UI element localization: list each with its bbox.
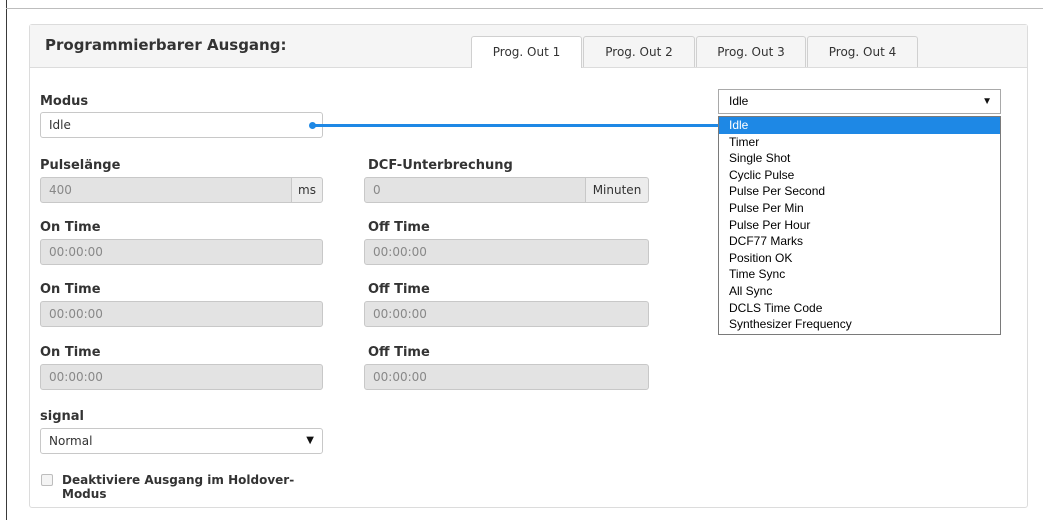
on-time-label-2: On Time <box>40 282 101 297</box>
chevron-down-icon: ▼ <box>982 96 992 107</box>
on-time-input-1[interactable]: 00:00:00 <box>40 239 323 265</box>
tab-prog-out-1[interactable]: Prog. Out 1 <box>471 36 582 68</box>
signal-select-value: Normal <box>49 434 93 448</box>
on-time-value-3: 00:00:00 <box>49 370 103 384</box>
chevron-down-icon: ▼ <box>306 435 314 446</box>
dropdown-option-synthesizer-frequency[interactable]: Synthesizer Frequency <box>719 316 1000 333</box>
holdover-checkbox[interactable] <box>41 474 53 486</box>
modus-select-value: Idle <box>49 118 71 132</box>
modus-label: Modus <box>40 94 89 109</box>
dropdown-option-cyclic-pulse[interactable]: Cyclic Pulse <box>719 167 1000 184</box>
dropdown-option-time-sync[interactable]: Time Sync <box>719 266 1000 283</box>
signal-label: signal <box>40 409 84 424</box>
dropdown-option-pulse-per-min[interactable]: Pulse Per Min <box>719 200 1000 217</box>
dropdown-option-pulse-per-hour[interactable]: Pulse Per Hour <box>719 217 1000 234</box>
tab-prog-out-3[interactable]: Prog. Out 3 <box>696 36 806 67</box>
off-time-label-1: Off Time <box>368 220 430 235</box>
off-time-value-1: 00:00:00 <box>373 245 427 259</box>
off-time-value-3: 00:00:00 <box>373 370 427 384</box>
pulse-length-input[interactable]: 400 <box>40 177 292 203</box>
dcf-interrupt-input[interactable]: 0 <box>364 177 586 203</box>
off-time-label-3: Off Time <box>368 345 430 360</box>
dropdown-option-timer[interactable]: Timer <box>719 134 1000 151</box>
holdover-label: Deaktiviere Ausgang im Holdover-Modus <box>62 473 295 501</box>
on-time-label-3: On Time <box>40 345 101 360</box>
pulse-length-unit: ms <box>291 177 323 203</box>
panel-header: Programmierbarer Ausgang: Prog. Out 1 Pr… <box>30 25 1027 68</box>
mode-dropdown-select[interactable]: Idle ▼ <box>718 89 1001 114</box>
dropdown-option-all-sync[interactable]: All Sync <box>719 283 1000 300</box>
dropdown-option-dcls-time-code[interactable]: DCLS Time Code <box>719 300 1000 317</box>
modus-select[interactable]: Idle <box>40 112 323 138</box>
signal-select[interactable]: Normal ▼ <box>40 428 323 454</box>
off-time-value-2: 00:00:00 <box>373 307 427 321</box>
dcf-interrupt-value: 0 <box>373 183 381 197</box>
window-edge <box>6 0 7 520</box>
mode-dropdown-value: Idle <box>729 94 749 108</box>
window-top-border <box>6 8 1043 9</box>
connector-line <box>313 124 719 127</box>
on-time-label-1: On Time <box>40 220 101 235</box>
off-time-input-2[interactable]: 00:00:00 <box>364 301 649 327</box>
off-time-input-3[interactable]: 00:00:00 <box>364 364 649 390</box>
off-time-label-2: Off Time <box>368 282 430 297</box>
pulse-length-value: 400 <box>49 183 72 197</box>
off-time-input-1[interactable]: 00:00:00 <box>364 239 649 265</box>
dcf-interrupt-unit: Minuten <box>585 177 649 203</box>
on-time-value-1: 00:00:00 <box>49 245 103 259</box>
mode-dropdown-list: Idle Timer Single Shot Cyclic Pulse Puls… <box>718 116 1001 335</box>
on-time-input-3[interactable]: 00:00:00 <box>40 364 323 390</box>
dcf-interrupt-label: DCF-Unterbrechung <box>368 158 513 173</box>
panel-title: Programmierbarer Ausgang: <box>45 36 287 54</box>
tab-prog-out-2[interactable]: Prog. Out 2 <box>583 36 695 67</box>
dropdown-option-idle[interactable]: Idle <box>719 117 1000 134</box>
on-time-input-2[interactable]: 00:00:00 <box>40 301 323 327</box>
pulse-length-label: Pulselänge <box>40 158 121 173</box>
dropdown-option-dcf77-marks[interactable]: DCF77 Marks <box>719 233 1000 250</box>
dropdown-option-pulse-per-second[interactable]: Pulse Per Second <box>719 183 1000 200</box>
tab-prog-out-4[interactable]: Prog. Out 4 <box>807 36 918 67</box>
dropdown-option-single-shot[interactable]: Single Shot <box>719 150 1000 167</box>
on-time-value-2: 00:00:00 <box>49 307 103 321</box>
dropdown-option-position-ok[interactable]: Position OK <box>719 250 1000 267</box>
